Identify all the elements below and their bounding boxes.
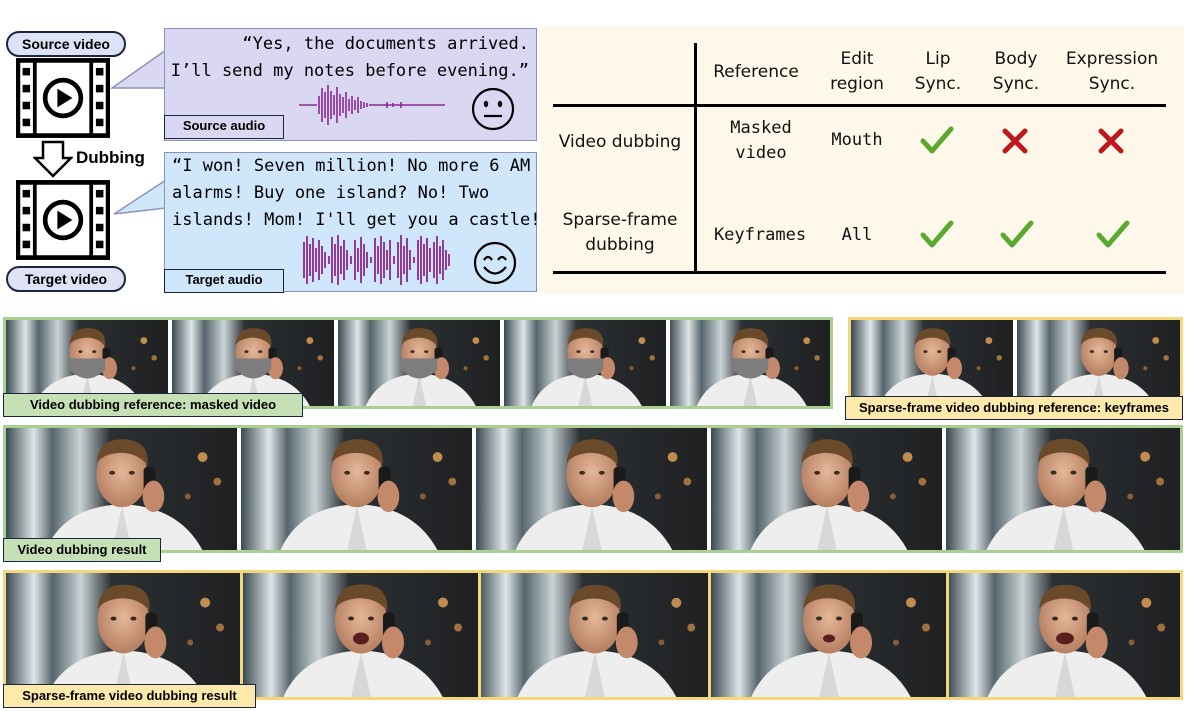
header-edit-region-1: Edit [840,49,874,69]
sparse-result-label: Sparse-frame video dubbing result [3,684,256,708]
row1-method: Video dubbing [558,132,682,152]
keyframes-label: Sparse-frame video dubbing reference: ke… [845,396,1183,420]
table-bottom-rule [553,271,1166,274]
table-header-rule [553,104,1166,107]
masked-frame-5 [670,320,830,406]
header-body-1: Body [994,49,1038,69]
sparse-result-frame-4 [711,570,946,700]
row1-reference-2: video [735,143,787,163]
row1-expression-cross-icon [1098,128,1124,154]
row2-expression-check-icon [1096,220,1130,248]
sparse-result-frame-2 [243,570,478,700]
neutral-face-icon [471,87,515,131]
dubbing-result-frame-1 [6,428,237,550]
dubbing-result-label: Video dubbing result [3,538,161,562]
row1-lip-check-icon [920,126,954,154]
row2-method-1: Sparse-frame [562,210,678,230]
dubbing-result-frame-4 [711,428,942,550]
sparse-result-frame-1 [3,570,243,700]
header-edit-region-2: region [830,74,884,94]
down-arrow-icon [33,140,73,178]
source-waveform [299,85,445,125]
row1-body-cross-icon [1002,128,1028,154]
keyframe-1 [851,320,1013,406]
header-body-2: Sync. [992,74,1040,94]
header-reference: Reference [713,62,799,82]
row1-reference-1: Masked [730,118,792,138]
target-audio-label: Target audio [164,269,284,293]
target-quote-line-3: islands! Mom! I'll get you a castle! “ [172,210,561,230]
dubbing-result-frame-3 [476,428,707,550]
source-bubble-tail [110,48,167,89]
source-audio-label: Source audio [164,115,284,139]
header-lip-1: Lip [925,49,951,69]
dubbing-result-frame-2 [241,428,472,550]
header-lip-2: Sync. [914,74,962,94]
target-waveform [303,235,450,285]
source-film-icon [16,58,110,138]
target-bubble-tail [113,178,167,215]
row2-body-check-icon [1000,220,1034,248]
row2-method-2: dubbing [585,235,655,255]
target-video-pill: Target video [6,266,126,292]
dubbing-label: Dubbing [76,148,145,167]
header-expression-1: Expression [1065,49,1159,69]
sparse-result-frame-5 [946,570,1183,700]
masked-frame-4 [504,320,666,406]
source-quote-line-1: “Yes, the documents arrived. [242,34,529,54]
source-video-pill: Source video [6,31,126,57]
sparse-result-frame-3 [478,570,711,700]
row2-lip-check-icon [920,220,954,248]
source-quote-line-2: I’ll send my notes before evening.” [170,61,529,81]
masked-frame-3 [338,320,500,406]
header-expression-2: Sync. [1088,74,1136,94]
row1-edit-region: Mouth [831,130,883,150]
target-quote-line-2: alarms! Buy one island? No! Two [172,183,490,203]
target-film-icon [16,180,110,260]
target-quote-line-1: “I won! Seven million! No more 6 AM [172,156,531,176]
dubbing-result-frame-5 [946,428,1180,550]
masked-video-label: Video dubbing reference: masked video [3,393,303,417]
row2-reference: Keyframes [713,225,807,245]
smiling-face-icon [473,241,517,285]
keyframe-2 [1017,320,1180,406]
row2-edit-region: All [841,225,873,245]
